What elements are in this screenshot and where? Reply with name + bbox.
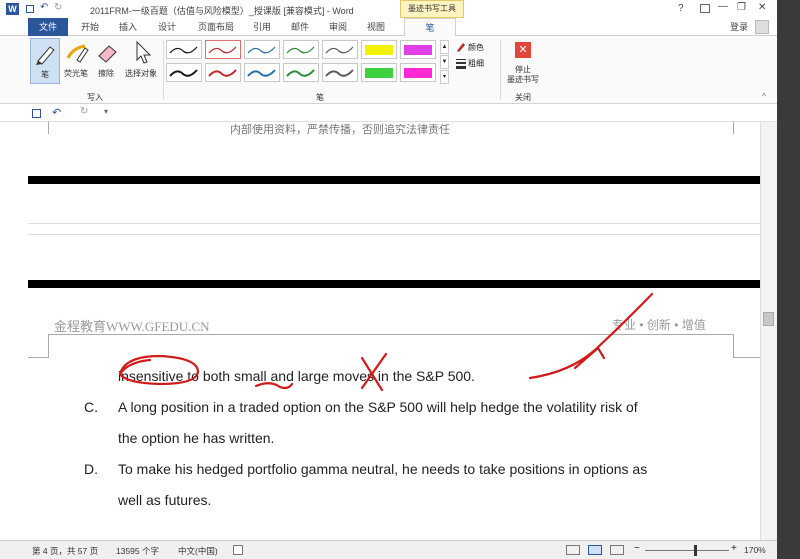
gallery-scroll-up[interactable]: ▲ — [440, 40, 449, 54]
ink-underline-small — [254, 382, 294, 390]
thickness-icon — [456, 59, 466, 69]
customize-qat-icon[interactable]: ▾ — [104, 107, 108, 116]
group-write-label: 写入 — [87, 93, 103, 102]
vertical-scrollbar[interactable] — [760, 122, 777, 540]
save-icon[interactable] — [32, 109, 41, 118]
pen-swatch[interactable] — [361, 40, 397, 59]
quick-access-toolbar: ↶ ↻ ▾ — [0, 104, 800, 122]
ink-arrow-head — [573, 346, 606, 370]
ink-arrow-line — [528, 292, 654, 380]
ribbon: 笔 荧光笔 擦除 选择对象 写入 ▲ ▼ ▾ 笔 颜色 粗细 ✕ 停止 墨迹书写… — [0, 36, 800, 104]
read-mode-icon[interactable] — [566, 545, 580, 555]
macro-record-icon[interactable] — [233, 545, 243, 555]
eraser-tool-button[interactable]: 擦除 — [93, 38, 121, 84]
gallery-scroll-down[interactable]: ▼ — [440, 55, 449, 69]
stop-label-2: 墨迹书写 — [507, 75, 539, 84]
ribbon-display-icon[interactable] — [700, 4, 710, 13]
tab-insert[interactable]: 插入 — [112, 18, 144, 36]
pen-swatch[interactable] — [205, 40, 241, 59]
pen-swatch[interactable] — [166, 63, 202, 82]
stop-inking-button[interactable]: ✕ 停止 墨迹书写 — [505, 40, 541, 88]
help-button[interactable]: ? — [678, 3, 684, 14]
pen-swatch[interactable] — [244, 63, 280, 82]
pen-swatch[interactable] — [400, 63, 436, 82]
status-bar: 第 4 页，共 57 页 13595 个字 中文(中国) − + 170% — [0, 540, 777, 559]
document-area[interactable]: 内部使用资料，严禁传播，否则追究法律责任 金程教育WWW.GFEDU.CN 专业… — [0, 122, 760, 540]
scroll-thumb[interactable] — [763, 312, 774, 326]
close-button[interactable]: ✕ — [758, 2, 766, 13]
stop-icon: ✕ — [515, 42, 531, 58]
tab-file[interactable]: 文件 — [28, 18, 68, 36]
minimize-button[interactable]: — — [718, 1, 728, 12]
highlighter-tool-button[interactable]: 荧光笔 — [62, 38, 92, 84]
pen-swatch[interactable] — [244, 40, 280, 59]
highlighter-icon — [66, 44, 89, 63]
group-divider — [500, 40, 501, 100]
qat-undo-icon[interactable]: ↶ — [40, 2, 48, 13]
title-bar: W ↶ ↻ 2011FRM-一级百题（估值与风险模型）_授课版 [兼容模式] -… — [0, 0, 800, 18]
ink-annotations — [118, 292, 654, 392]
color-dropdown[interactable]: 颜色 — [455, 40, 497, 54]
tab-mailings[interactable]: 邮件 — [284, 18, 316, 36]
pen-swatch[interactable] — [400, 40, 436, 59]
zoom-out-button[interactable]: − — [634, 543, 640, 554]
zoom-slider-track[interactable] — [645, 550, 729, 551]
qat-save-icon[interactable] — [26, 5, 34, 13]
select-objects-button[interactable]: 选择对象 — [121, 38, 161, 84]
zoom-slider-thumb[interactable] — [694, 545, 697, 556]
ink-cross-stroke-2 — [360, 352, 388, 390]
pen-swatch[interactable] — [166, 40, 202, 59]
tab-review[interactable]: 审阅 — [322, 18, 354, 36]
tab-references[interactable]: 引用 — [246, 18, 278, 36]
pen-swatch[interactable] — [361, 63, 397, 82]
tab-layout[interactable]: 页面布局 — [192, 18, 240, 36]
pen-swatch[interactable] — [283, 63, 319, 82]
pen-tool-label: 笔 — [41, 70, 49, 79]
zoom-level[interactable]: 170% — [744, 545, 766, 555]
tab-view[interactable]: 视图 — [360, 18, 392, 36]
select-objects-label: 选择对象 — [125, 69, 157, 78]
pen-swatch[interactable] — [322, 63, 358, 82]
login-link[interactable]: 登录 — [726, 18, 752, 36]
avatar[interactable] — [755, 20, 769, 34]
thickness-label: 粗细 — [468, 59, 484, 68]
color-pen-icon — [457, 43, 465, 52]
thickness-dropdown[interactable]: 粗细 — [455, 56, 497, 70]
highlighter-tool-label: 荧光笔 — [64, 69, 88, 78]
language[interactable]: 中文(中国) — [178, 545, 218, 557]
restore-button[interactable]: ❐ — [737, 2, 746, 13]
color-label: 颜色 — [468, 43, 484, 52]
pen-swatch[interactable] — [322, 40, 358, 59]
word-app-icon[interactable]: W — [6, 3, 19, 15]
print-layout-icon[interactable] — [588, 545, 602, 555]
group-pens-label: 笔 — [316, 93, 324, 102]
ribbon-tabs: 文件 开始 插入 设计 页面布局 引用 邮件 审阅 视图 笔 登录 — [0, 18, 800, 36]
pen-swatch[interactable] — [205, 63, 241, 82]
tab-pen[interactable]: 笔 — [404, 18, 456, 36]
desktop-edge — [777, 0, 800, 559]
pen-icon — [36, 46, 55, 65]
tab-design[interactable]: 设计 — [151, 18, 183, 36]
window-title: 2011FRM-一级百题（估值与风险模型）_授课版 [兼容模式] - Word — [90, 6, 354, 16]
page-count[interactable]: 第 4 页，共 57 页 — [32, 545, 98, 557]
ink-tools-context-tab: 墨迹书写工具 — [400, 0, 464, 18]
select-pointer-icon — [136, 40, 152, 64]
group-divider — [163, 40, 164, 100]
tab-home[interactable]: 开始 — [74, 18, 106, 36]
ink-circle-insensitive — [118, 354, 200, 386]
eraser-icon — [98, 45, 117, 63]
word-count[interactable]: 13595 个字 — [116, 545, 159, 557]
eraser-tool-label: 擦除 — [98, 69, 114, 78]
undo-icon[interactable]: ↶ — [52, 106, 61, 119]
redo-icon[interactable]: ↻ — [80, 106, 88, 117]
gallery-more[interactable]: ▾ — [440, 70, 449, 84]
group-close-label: 关闭 — [515, 93, 531, 102]
qat-redo-icon[interactable]: ↻ — [54, 2, 62, 13]
pen-gallery — [166, 40, 440, 86]
pen-swatch[interactable] — [283, 40, 319, 59]
zoom-in-button[interactable]: + — [731, 543, 737, 554]
collapse-ribbon-icon[interactable]: ^ — [762, 92, 766, 101]
web-layout-icon[interactable] — [610, 545, 624, 555]
pen-tool-button[interactable]: 笔 — [30, 38, 60, 84]
